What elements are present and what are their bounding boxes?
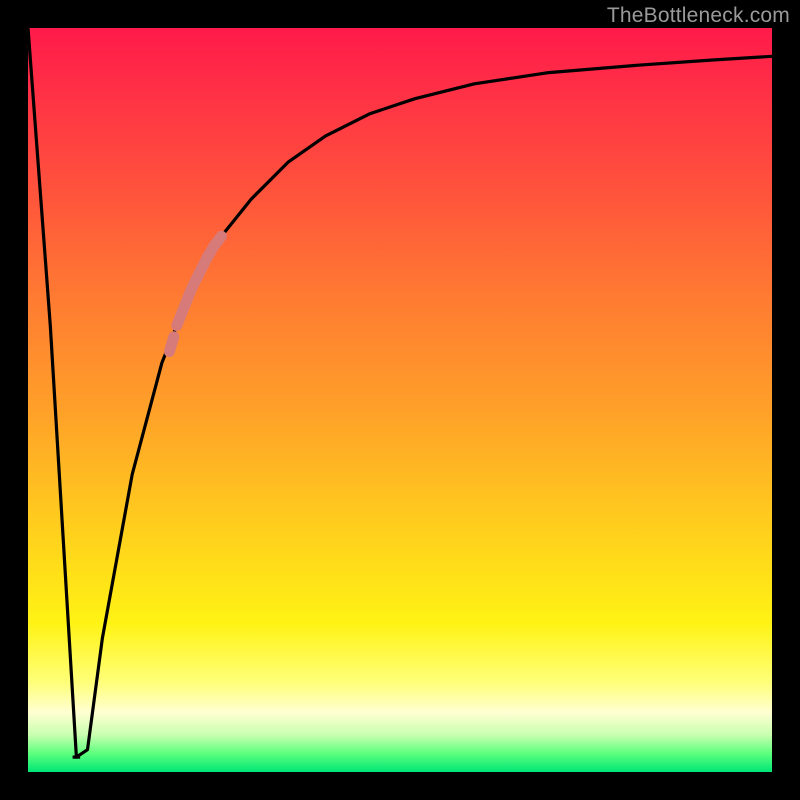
chart-stage: TheBottleneck.com: [0, 0, 800, 800]
bottleneck-curve: [28, 28, 772, 757]
curve-layer: [28, 28, 772, 772]
highlight-dot: [169, 337, 173, 352]
watermark-text: TheBottleneck.com: [607, 4, 790, 28]
plot-area: [28, 28, 772, 772]
highlight-segment: [177, 236, 222, 325]
